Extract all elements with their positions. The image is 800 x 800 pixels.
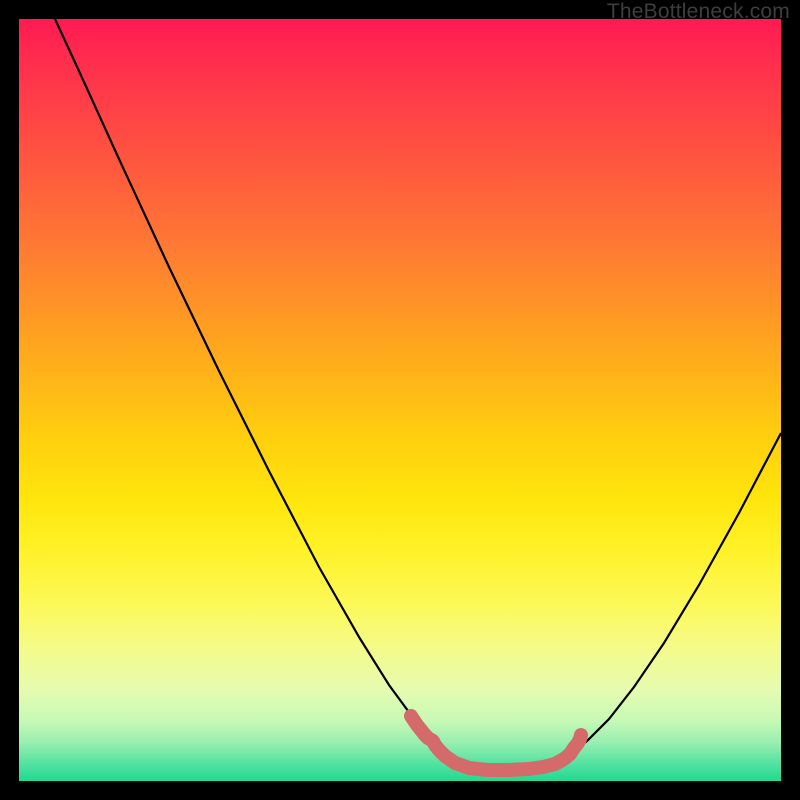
highlight-markers	[405, 710, 588, 761]
highlight-marker	[575, 729, 588, 742]
highlight-marker	[422, 732, 435, 745]
highlight-trough	[411, 716, 581, 770]
curve-layer	[19, 19, 781, 781]
chart-frame: TheBottleneck.com	[0, 0, 800, 800]
watermark-text: TheBottleneck.com	[607, 0, 790, 24]
bottleneck-curve	[55, 19, 781, 769]
highlight-marker	[405, 710, 418, 723]
plot-area	[19, 19, 781, 781]
